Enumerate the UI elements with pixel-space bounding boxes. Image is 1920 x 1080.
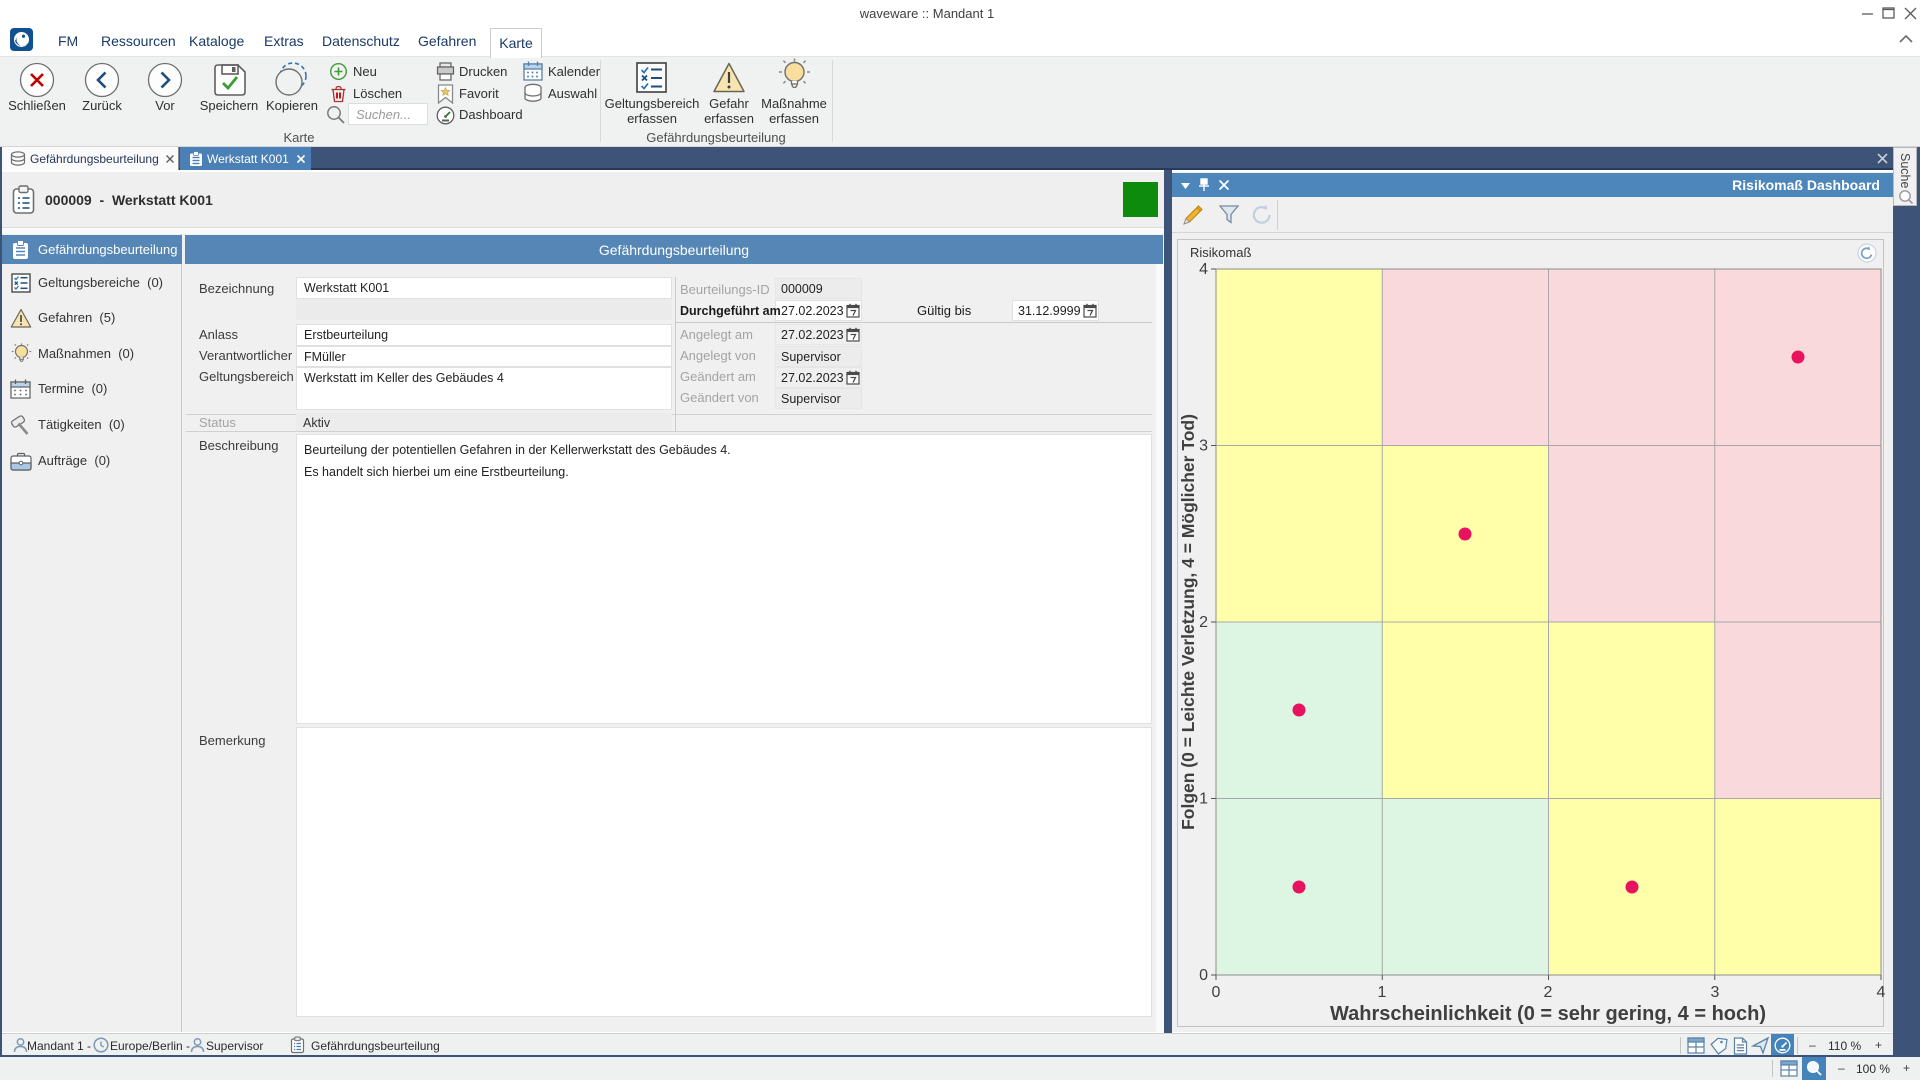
svg-text:3: 3	[1199, 438, 1208, 455]
svg-text:4: 4	[1877, 984, 1885, 1001]
svg-text:4: 4	[1199, 261, 1208, 278]
svg-text:2: 2	[1199, 614, 1208, 631]
svg-text:1: 1	[1199, 791, 1208, 808]
svg-text:0: 0	[1212, 984, 1221, 1001]
svg-text:Wahrscheinlichkeit (0 = sehr g: Wahrscheinlichkeit (0 = sehr gering, 4 =…	[1330, 1003, 1766, 1025]
svg-text:Folgen (0 = Leichte Verletzung: Folgen (0 = Leichte Verletzung, 4 = Mögl…	[1178, 414, 1198, 830]
svg-text:1: 1	[1378, 984, 1387, 1001]
svg-text:0: 0	[1199, 967, 1208, 984]
svg-text:3: 3	[1711, 984, 1720, 1001]
svg-text:2: 2	[1544, 984, 1553, 1001]
